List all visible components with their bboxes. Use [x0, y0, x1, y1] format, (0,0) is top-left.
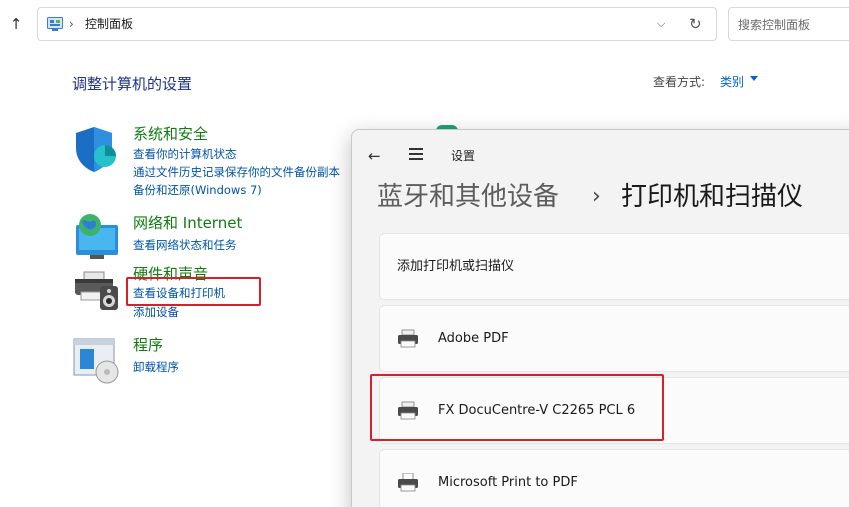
page-title: 调整计算机的设置: [72, 75, 193, 93]
view-by-label: 查看方式:: [653, 75, 706, 89]
globe-network-icon: [76, 214, 118, 259]
printer-item[interactable]: Adobe PDF: [379, 305, 849, 372]
view-by-arrow-icon[interactable]: [750, 76, 758, 81]
settings-app-title: 设置: [451, 149, 476, 163]
link-view-computer-status[interactable]: 查看你的计算机状态: [133, 145, 237, 163]
printer-item[interactable]: Microsoft Print to PDF: [379, 449, 849, 507]
hamburger-menu-icon[interactable]: [409, 148, 423, 160]
search-input[interactable]: [738, 16, 848, 34]
view-by-dropdown[interactable]: 类别: [720, 73, 744, 91]
printer-speaker-icon: [75, 271, 118, 310]
link-devices-printers[interactable]: 查看设备和打印机: [133, 284, 225, 302]
search-box[interactable]: [728, 7, 849, 41]
refresh-icon[interactable]: ↻: [689, 14, 702, 34]
printer-name: Microsoft Print to PDF: [438, 475, 578, 490]
printer-pdf-icon: [398, 473, 418, 492]
category-programs: 程序 卸载程序: [72, 335, 362, 384]
category-network-internet: 网络和 Internet 查看网络状态和任务: [72, 213, 362, 261]
address-separator: ›: [69, 17, 74, 31]
back-arrow-icon[interactable]: ←: [368, 146, 381, 166]
category-title[interactable]: 系统和安全: [133, 124, 208, 144]
shield-icon: [76, 127, 116, 172]
category-system-security: 系统和安全 查看你的计算机状态 通过文件历史记录保存你的文件备份副本 备份和还原…: [72, 124, 362, 202]
up-arrow-icon[interactable]: ↑: [8, 14, 24, 34]
breadcrumb-current: 打印机和扫描仪: [621, 182, 804, 212]
category-hardware-sound: 硬件和声音 查看设备和打印机 添加设备: [72, 264, 362, 322]
link-uninstall-program[interactable]: 卸载程序: [133, 358, 179, 376]
link-network-status[interactable]: 查看网络状态和任务: [133, 236, 237, 254]
breadcrumb-separator: ›: [592, 184, 601, 209]
address-bar[interactable]: › 控制面板 ⌵ ↻: [37, 7, 717, 41]
printer-icon: [398, 401, 418, 420]
printer-name: FX DocuCentre-V C2265 PCL 6: [438, 403, 636, 418]
address-location[interactable]: 控制面板: [85, 15, 133, 33]
settings-window: ← 设置 蓝牙和其他设备 › 打印机和扫描仪 添加打印机或扫描仪 Adobe P…: [351, 129, 849, 507]
printer-name: Adobe PDF: [438, 331, 509, 346]
programs-disc-icon: [73, 338, 119, 384]
category-title[interactable]: 硬件和声音: [133, 264, 208, 284]
control-panel-icon: [47, 17, 63, 31]
link-file-history[interactable]: 通过文件历史记录保存你的文件备份副本: [133, 163, 340, 181]
category-title[interactable]: 程序: [133, 335, 163, 355]
link-add-device[interactable]: 添加设备: [133, 303, 179, 321]
chevron-down-icon[interactable]: ⌵: [657, 16, 665, 32]
category-title[interactable]: 网络和 Internet: [133, 213, 242, 233]
printer-icon: [398, 329, 418, 348]
link-backup-restore[interactable]: 备份和还原(Windows 7): [133, 181, 262, 199]
printer-item[interactable]: FX DocuCentre-V C2265 PCL 6: [379, 377, 849, 444]
breadcrumb-parent[interactable]: 蓝牙和其他设备: [377, 178, 559, 216]
add-printer-card[interactable]: 添加打印机或扫描仪: [379, 233, 849, 300]
add-printer-label: 添加打印机或扫描仪: [397, 259, 515, 274]
